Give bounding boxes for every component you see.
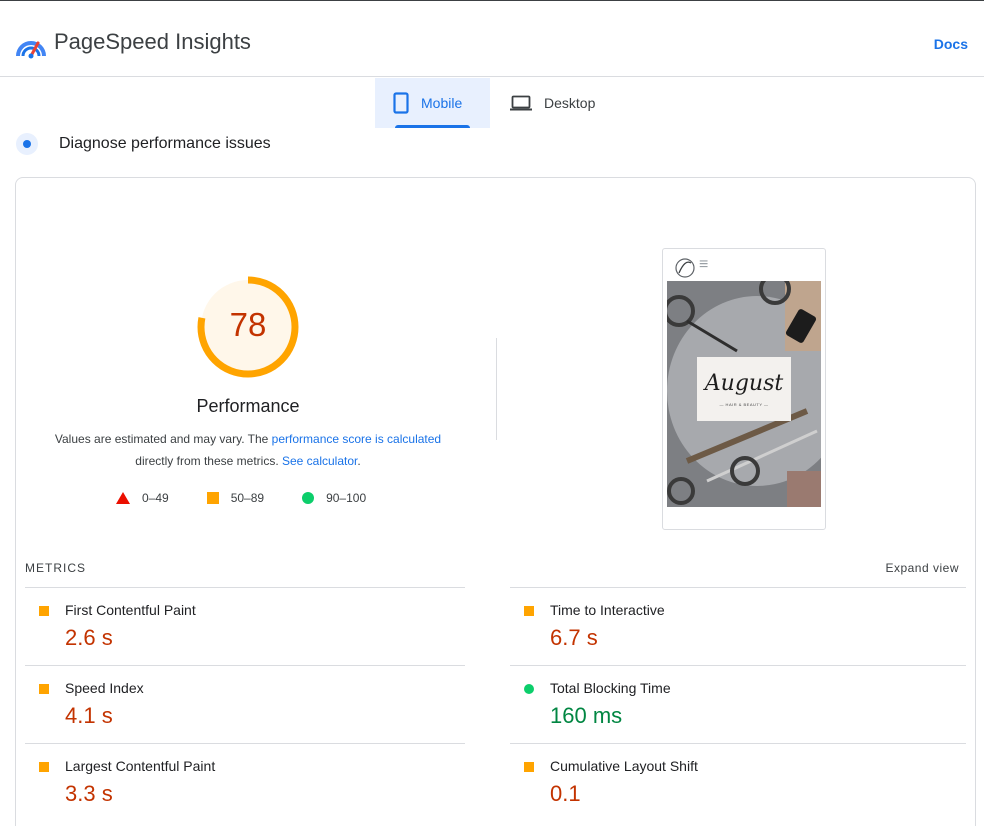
legend-range: 50–89: [230, 491, 265, 505]
metrics-heading: METRICS: [25, 561, 86, 575]
metric-time-to-interactive: Time to Interactive 6.7 s: [510, 587, 966, 665]
score-calculated-link[interactable]: performance score is calculated: [272, 432, 441, 446]
tab-desktop-label: Desktop: [544, 95, 596, 111]
page-screenshot: ≡ August — HAIR & BEAUTY —: [662, 248, 826, 530]
metric-label: Largest Contentful Paint: [65, 758, 216, 774]
note-middle: directly from these metrics.: [135, 454, 282, 468]
square-icon: [524, 762, 534, 772]
square-icon: [206, 492, 219, 504]
see-calculator-link[interactable]: See calculator: [282, 454, 357, 468]
metric-cumulative-layout-shift: Cumulative Layout Shift 0.1: [510, 743, 966, 821]
hero-image: August — HAIR & BEAUTY —: [667, 281, 821, 507]
square-icon: [39, 606, 49, 616]
legend-item-average: 50–89: [206, 491, 265, 505]
metric-label: Cumulative Layout Shift: [550, 758, 698, 774]
score-legend: 0–49 50–89 90–100: [116, 490, 404, 506]
tab-desktop[interactable]: Desktop: [490, 78, 611, 128]
legend-item-fail: 0–49: [116, 491, 169, 505]
performance-score: 78: [229, 306, 267, 343]
score-note: Values are estimated and may vary. The p…: [28, 428, 468, 472]
metric-value: 160 ms: [550, 703, 623, 728]
laptop-icon: [510, 95, 532, 111]
tab-mobile[interactable]: Mobile: [375, 78, 490, 128]
brand-logo-box: August — HAIR & BEAUTY —: [697, 357, 791, 421]
metric-total-blocking-time: Total Blocking Time 160 ms: [510, 665, 966, 743]
diagnose-title: Diagnose performance issues: [59, 135, 271, 152]
hamburger-menu-icon: ≡: [699, 256, 709, 273]
brand-tagline: — HAIR & BEAUTY —: [719, 402, 769, 407]
metric-first-contentful-paint: First Contentful Paint 2.6 s: [25, 587, 465, 665]
metric-label: First Contentful Paint: [65, 602, 196, 618]
triangle-icon: [116, 492, 130, 504]
metric-label: Time to Interactive: [550, 602, 665, 618]
metric-value: 6.7 s: [550, 625, 598, 650]
legend-item-pass: 90–100: [302, 491, 366, 505]
diagnose-dot-icon: [16, 133, 38, 155]
square-icon: [39, 684, 49, 694]
metric-value: 4.1 s: [65, 703, 113, 728]
vertical-divider: [496, 338, 497, 440]
metric-largest-contentful-paint: Largest Contentful Paint 3.3 s: [25, 743, 465, 821]
tab-mobile-label: Mobile: [421, 95, 463, 111]
docs-link[interactable]: Docs: [934, 36, 968, 52]
active-tab-indicator: [395, 125, 470, 128]
device-tabs: Mobile Desktop: [375, 78, 611, 128]
metric-speed-index: Speed Index 4.1 s: [25, 665, 465, 743]
circle-icon: [524, 684, 534, 694]
site-logo-icon: [675, 258, 695, 278]
diagnose-heading: Diagnose performance issues: [16, 131, 271, 157]
smartphone-icon: [393, 92, 409, 114]
metric-label: Total Blocking Time: [550, 680, 671, 696]
square-icon: [524, 606, 534, 616]
app-title[interactable]: PageSpeed Insights: [54, 29, 251, 55]
expand-view-toggle[interactable]: Expand view: [885, 561, 959, 575]
metric-label: Speed Index: [65, 680, 144, 696]
top-app-bar: PageSpeed Insights Docs: [0, 0, 984, 77]
metric-value: 3.3 s: [65, 781, 113, 806]
performance-label: Performance: [196, 396, 300, 416]
note-suffix: .: [357, 454, 361, 468]
square-icon: [39, 762, 49, 772]
legend-range: 90–100: [326, 491, 367, 505]
pagespeed-gauge-icon[interactable]: [16, 30, 46, 60]
metric-value: 0.1: [550, 781, 581, 806]
brand-name: August: [704, 371, 784, 396]
note-prefix: Values are estimated and may vary. The: [54, 432, 272, 446]
metric-value: 2.6 s: [65, 625, 113, 650]
circle-icon: [302, 492, 315, 504]
legend-range: 0–49: [142, 491, 169, 505]
